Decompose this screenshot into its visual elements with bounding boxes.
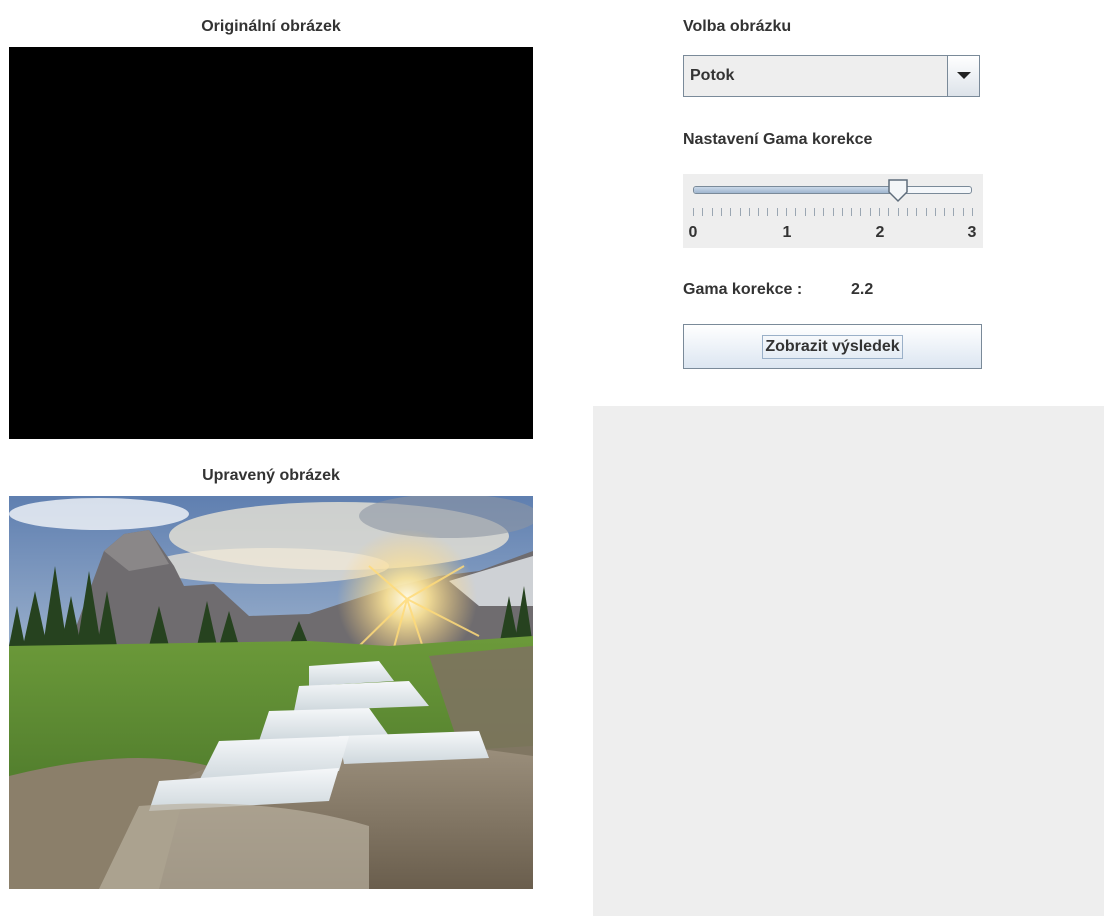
slider-tick	[758, 208, 760, 216]
slider-tick	[711, 208, 713, 216]
slider-tick	[925, 208, 927, 216]
slider-ticks	[683, 208, 983, 218]
slider-tick	[795, 208, 797, 216]
slider-tick	[972, 208, 973, 216]
tick-label-0: 0	[688, 224, 698, 241]
original-image-caption: Originální obrázek	[201, 18, 341, 35]
slider-tick	[702, 208, 704, 216]
slider-tick	[953, 208, 955, 216]
slider-track[interactable]	[693, 186, 972, 194]
original-image	[9, 47, 533, 439]
gamma-correction-window: Originální obrázek Upravený obrázek Volb…	[0, 0, 1104, 916]
slider-tick	[944, 208, 946, 216]
edited-image-caption: Upravený obrázek	[202, 467, 340, 484]
slider-tick	[832, 208, 834, 216]
slider-tick	[823, 208, 825, 216]
slider-tick	[869, 208, 871, 216]
chevron-down-icon	[957, 72, 971, 79]
slider-tick	[962, 208, 964, 216]
show-result-button[interactable]: Zobrazit výsledek	[683, 324, 982, 369]
image-choice-label: Volba obrázku	[683, 18, 792, 35]
slider-tick	[906, 208, 908, 216]
slider-thumb[interactable]	[887, 179, 908, 203]
slider-tick	[916, 208, 918, 216]
slider-tick	[748, 208, 750, 216]
slider-tick	[879, 208, 880, 216]
slider-tick	[934, 208, 936, 216]
edited-image	[9, 496, 533, 889]
slider-tick	[720, 208, 722, 216]
slider-tick	[813, 208, 815, 216]
slider-tick	[888, 208, 890, 216]
slider-tick	[767, 208, 769, 216]
dropdown-button[interactable]	[947, 56, 979, 96]
slider-tick	[804, 208, 806, 216]
slider-tick	[693, 208, 694, 216]
slider-tick	[739, 208, 741, 216]
slider-tick	[851, 208, 853, 216]
gamma-value: 2.2	[851, 281, 874, 298]
image-choice-value: Potok	[690, 67, 735, 84]
slider-tick	[776, 208, 778, 216]
slider-tick	[730, 208, 732, 216]
tick-label-3: 3	[967, 224, 977, 241]
gamma-value-label: Gama korekce :	[683, 281, 803, 298]
slider-tick	[841, 208, 843, 216]
image-choice-combobox[interactable]: Potok	[683, 55, 980, 97]
gamma-setting-label: Nastavení Gama korekce	[683, 131, 873, 148]
empty-panel	[593, 406, 1104, 916]
slider-tick	[860, 208, 862, 216]
slider-tick	[897, 208, 899, 216]
show-result-button-label: Zobrazit výsledek	[762, 334, 903, 359]
slider-tick	[786, 208, 787, 216]
slider-fill	[694, 187, 898, 193]
gamma-slider[interactable]: 0 1 2 3	[683, 174, 983, 248]
tick-label-2: 2	[875, 224, 885, 241]
tick-label-1: 1	[782, 224, 792, 241]
